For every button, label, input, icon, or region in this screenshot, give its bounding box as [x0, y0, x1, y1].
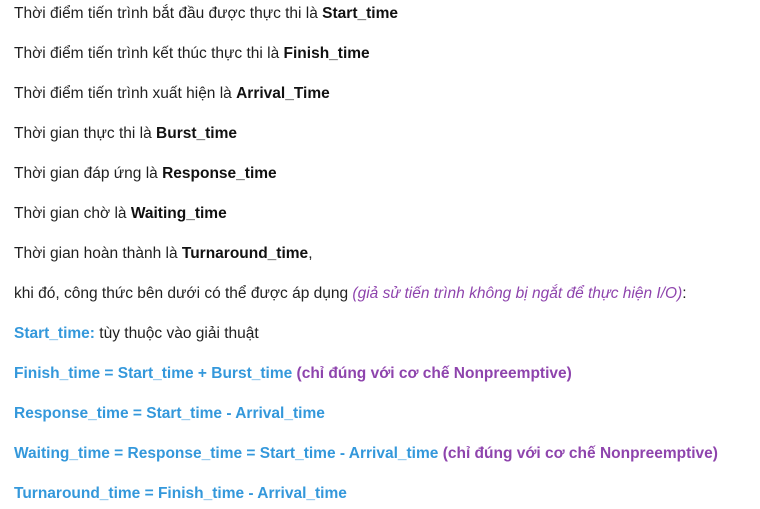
- formula-turnaround-time: Turnaround_time = Finish_time - Arrival_…: [14, 484, 347, 504]
- definition-text: Thời gian chờ là: [14, 205, 131, 222]
- definition-burst-time: Thời gian thực thi là Burst_time: [14, 124, 237, 144]
- definition-response-time: Thời gian đáp ứng là Response_time: [14, 164, 277, 184]
- definition-suffix: ,: [308, 245, 313, 262]
- definition-text: Thời gian hoàn thành là: [14, 245, 182, 262]
- definition-term: Turnaround_time: [181, 245, 309, 262]
- intro-note: (giả sử tiến trình không bị ngắt để thực…: [352, 285, 683, 302]
- formula-note: (chỉ đúng với cơ chế Nonpreemptive): [438, 445, 718, 462]
- definition-term: Finish_time: [283, 45, 370, 62]
- definition-start-time: Thời điểm tiến trình bắt đầu được thực t…: [14, 4, 398, 24]
- formula-finish-time: Finish_time = Start_time + Burst_time (c…: [14, 364, 572, 384]
- formula-plain-text: tùy thuộc vào giải thuật: [94, 325, 259, 342]
- formula-expression: Turnaround_time = Finish_time - Arrival_…: [14, 485, 347, 502]
- definition-waiting-time: Thời gian chờ là Waiting_time: [14, 204, 227, 224]
- definition-term: Waiting_time: [130, 205, 227, 222]
- formula-note: (chỉ đúng với cơ chế Nonpreemptive): [292, 365, 572, 382]
- definition-term: Arrival_Time: [236, 85, 330, 102]
- definition-term: Start_time: [322, 5, 398, 22]
- formula-expression: Waiting_time = Response_time = Start_tim…: [14, 445, 439, 462]
- definition-term: Response_time: [162, 165, 277, 182]
- definition-arrival-time: Thời điểm tiến trình xuất hiện là Arriva…: [14, 84, 330, 104]
- definition-text: Thời gian đáp ứng là: [14, 165, 163, 182]
- formula-waiting-time: Waiting_time = Response_time = Start_tim…: [14, 444, 718, 464]
- definition-text: Thời gian thực thi là: [14, 125, 157, 142]
- document-body: Thời điểm tiến trình bắt đầu được thực t…: [0, 0, 760, 509]
- formula-expression: Start_time:: [14, 325, 95, 342]
- definition-text: Thời điểm tiến trình kết thúc thực thi l…: [14, 45, 284, 62]
- definition-turnaround-time: Thời gian hoàn thành là Turnaround_time,: [14, 244, 313, 264]
- formula-start-time: Start_time: tùy thuộc vào giải thuật: [14, 324, 259, 344]
- formula-expression: Response_time = Start_time - Arrival_tim…: [14, 405, 325, 422]
- formula-expression: Finish_time = Start_time + Burst_time: [14, 365, 293, 382]
- definition-finish-time: Thời điểm tiến trình kết thúc thực thi l…: [14, 44, 370, 64]
- definition-text: Thời điểm tiến trình xuất hiện là: [14, 85, 237, 102]
- intro-suffix: :: [682, 285, 687, 302]
- definition-text: Thời điểm tiến trình bắt đầu được thực t…: [14, 5, 323, 22]
- formula-response-time: Response_time = Start_time - Arrival_tim…: [14, 404, 325, 424]
- definition-term: Burst_time: [156, 125, 237, 142]
- intro-line: khi đó, công thức bên dưới có thể được á…: [14, 284, 687, 304]
- intro-text: khi đó, công thức bên dưới có thể được á…: [14, 285, 353, 302]
